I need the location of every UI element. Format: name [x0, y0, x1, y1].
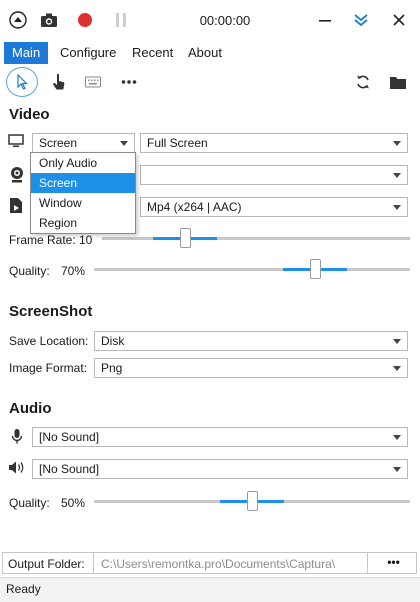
dropdown-option-window[interactable]: Window	[31, 193, 135, 213]
menu-bar: Main Configure Recent About	[0, 42, 420, 64]
framerate-label: Frame Rate:	[9, 233, 76, 247]
hand-pointer-icon[interactable]	[48, 72, 70, 92]
screenshot-section-title: ScreenShot	[9, 303, 93, 320]
collapse-up-icon[interactable]	[8, 10, 28, 30]
audio-quality-label: Quality:	[9, 496, 50, 510]
audio-quality-slider-thumb[interactable]	[246, 491, 258, 511]
refresh-icon[interactable]	[352, 72, 374, 92]
microphone-icon	[11, 428, 25, 446]
image-format-value: Png	[101, 361, 123, 375]
framerate-slider-track[interactable]	[102, 237, 410, 240]
microphone-value: [No Sound]	[39, 430, 100, 444]
dropdown-option-screen[interactable]: Screen	[31, 173, 135, 193]
webcam-select[interactable]	[140, 165, 408, 185]
chevron-down-icon	[393, 173, 401, 178]
chevron-down-icon	[393, 467, 401, 472]
chevron-down-icon	[393, 141, 401, 146]
speaker-icon	[8, 460, 28, 476]
output-folder-label: Output Folder:	[8, 557, 85, 571]
image-format-label: Image Format:	[9, 361, 88, 375]
close-icon[interactable]	[388, 10, 410, 30]
speaker-select[interactable]: [No Sound]	[32, 459, 408, 479]
tab-configure[interactable]: Configure	[52, 42, 124, 64]
title-bar: 00:00:00	[0, 0, 420, 40]
separator	[367, 553, 368, 573]
browse-folder-button[interactable]: •••	[371, 555, 416, 569]
record-icon[interactable]	[74, 10, 96, 30]
chevron-down-icon	[120, 141, 128, 146]
keyboard-icon[interactable]	[82, 72, 104, 92]
screen-value: Full Screen	[147, 136, 208, 150]
microphone-select[interactable]: [No Sound]	[32, 427, 408, 447]
output-folder-path[interactable]: C:\Users\remontka.pro\Documents\Captura\	[101, 557, 335, 571]
image-format-select[interactable]: Png	[94, 358, 408, 378]
folder-icon[interactable]	[386, 72, 410, 92]
audio-quality-value: 50%	[61, 496, 86, 510]
double-chevron-down-icon[interactable]	[350, 10, 372, 30]
framerate-slider-thumb[interactable]	[179, 228, 191, 248]
save-location-label: Save Location:	[9, 334, 89, 348]
video-source-value: Screen	[39, 136, 78, 150]
status-bar: Ready	[0, 577, 420, 602]
webcam-icon	[9, 166, 27, 184]
file-video-icon	[9, 197, 27, 215]
video-quality-value: 70%	[61, 264, 86, 278]
camera-icon[interactable]	[38, 10, 60, 30]
video-format-value: Mp4 (x264 | AAC)	[147, 200, 242, 214]
separator	[93, 553, 94, 573]
tab-recent[interactable]: Recent	[124, 42, 181, 64]
cursor-icon[interactable]	[6, 67, 38, 97]
monitor-icon	[8, 134, 26, 150]
chevron-down-icon	[393, 366, 401, 371]
save-location-value: Disk	[101, 334, 125, 348]
tab-main[interactable]: Main	[4, 42, 48, 64]
chevron-down-icon	[393, 205, 401, 210]
elapsed-time: 00:00:00	[199, 13, 251, 28]
dropdown-option-region[interactable]: Region	[31, 213, 135, 233]
speaker-value: [No Sound]	[39, 462, 100, 476]
video-format-select[interactable]: Mp4 (x264 | AAC)	[140, 197, 408, 217]
video-quality-slider-thumb[interactable]	[309, 259, 321, 279]
save-location-select[interactable]: Disk	[94, 331, 408, 351]
video-source-select[interactable]: Screen	[32, 133, 135, 153]
video-quality-label: Quality:	[9, 264, 50, 278]
video-section-title: Video	[9, 106, 50, 123]
screen-select[interactable]: Full Screen	[140, 133, 408, 153]
framerate-value: 10	[79, 233, 93, 247]
video-quality-slider-track[interactable]	[94, 268, 410, 271]
audio-section-title: Audio	[9, 400, 52, 417]
dropdown-option-only-audio[interactable]: Only Audio	[31, 153, 135, 173]
output-folder-bar: Output Folder: C:\Users\remontka.pro\Doc…	[2, 552, 417, 574]
chevron-down-icon	[393, 435, 401, 440]
chevron-down-icon	[393, 339, 401, 344]
pause-icon[interactable]	[110, 10, 132, 30]
status-text: Ready	[6, 582, 41, 596]
video-source-dropdown: Only Audio Screen Window Region	[30, 152, 136, 234]
tab-about[interactable]: About	[180, 42, 230, 64]
more-dots-icon[interactable]	[118, 72, 140, 92]
minimize-icon[interactable]	[314, 10, 336, 30]
